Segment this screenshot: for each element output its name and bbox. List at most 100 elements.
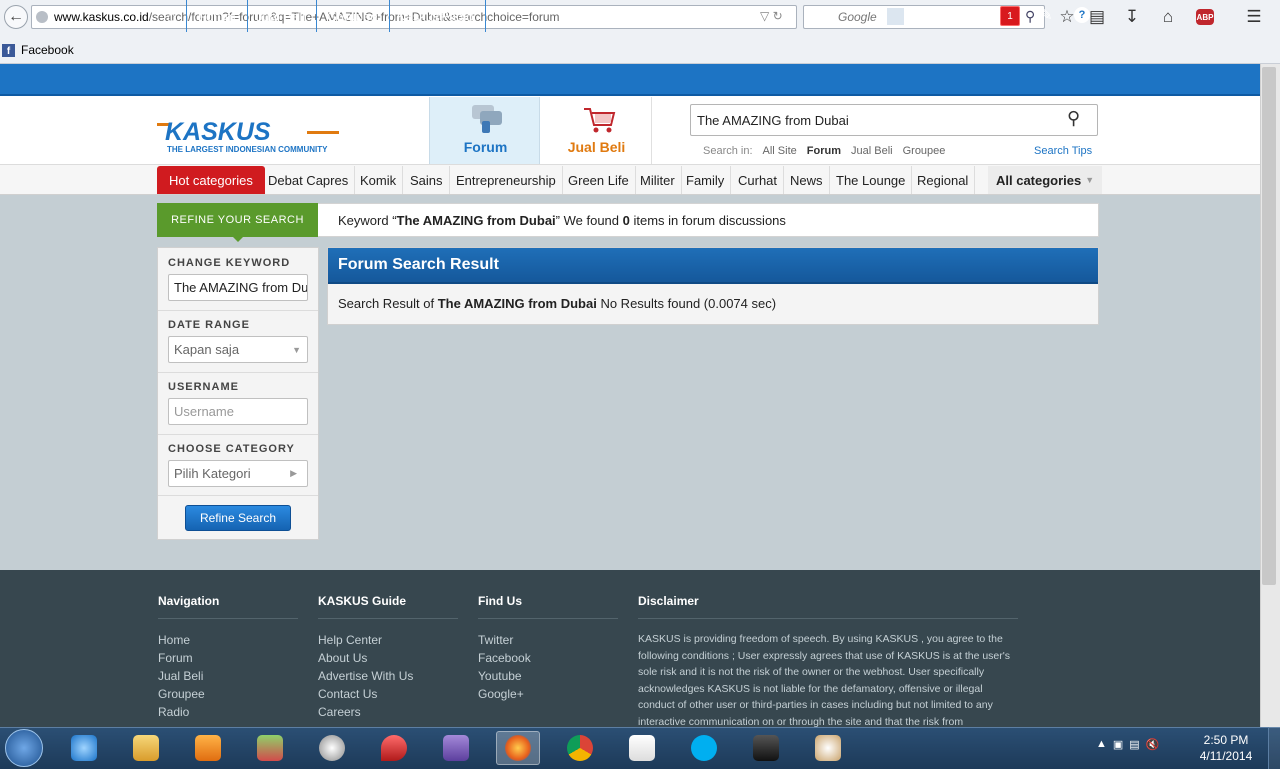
date-range-select[interactable]: Kapan saja ▼ <box>168 336 308 363</box>
chrome-icon[interactable] <box>558 731 602 765</box>
media-player-icon[interactable] <box>186 731 230 765</box>
divider <box>638 618 1018 619</box>
visual-studio-icon[interactable] <box>434 731 478 765</box>
footer-link-contact-us[interactable]: Contact Us <box>318 687 377 701</box>
topnav-kaskusradio[interactable]: KaskusRadio <box>386 0 486 32</box>
footer-link-forum[interactable]: Forum <box>158 651 193 665</box>
menu-icon[interactable]: ☰ <box>1243 7 1265 27</box>
result-suffix: No Results found (0.0074 sec) <box>596 296 777 311</box>
network-icon[interactable]: ▤ <box>1129 738 1139 751</box>
footer-link-youtube[interactable]: Youtube <box>478 669 522 683</box>
tray-expand-icon[interactable]: ▲ <box>1096 738 1107 751</box>
category-the-lounge[interactable]: The Lounge <box>830 166 913 194</box>
volume-icon[interactable]: 🔇 <box>1146 738 1160 751</box>
home-icon[interactable]: ⌂ <box>1157 7 1179 27</box>
refine-arrow <box>232 236 244 242</box>
category-komik[interactable]: Komik <box>354 166 404 194</box>
category-entrepreneurship[interactable]: Entrepreneurship <box>450 166 563 194</box>
photo-app-icon[interactable] <box>248 731 292 765</box>
explorer-icon[interactable] <box>124 731 168 765</box>
topnav-forum[interactable]: Forum <box>187 0 248 32</box>
all-categories-label: All categories <box>996 172 1082 188</box>
category-regional[interactable]: Regional <box>911 166 976 194</box>
footer-link-jual-beli[interactable]: Jual Beli <box>158 669 203 683</box>
reload-icon[interactable]: ▽ ↻ <box>760 9 783 23</box>
search-in-groupee[interactable]: Groupee <box>903 145 946 157</box>
movie-maker-icon[interactable] <box>744 731 788 765</box>
search-icon[interactable]: ⚲ <box>1025 8 1035 25</box>
tab-forum[interactable]: Forum <box>429 97 540 164</box>
footer-link-about-us[interactable]: About Us <box>318 651 367 665</box>
footer-link-advertise[interactable]: Advertise With Us <box>318 669 413 683</box>
search-icon[interactable]: ⚲ <box>1067 108 1080 129</box>
clock-app-icon[interactable] <box>310 731 354 765</box>
username-input[interactable]: Username <box>168 398 308 425</box>
facebook-icon: f <box>2 43 15 57</box>
category-curhat[interactable]: Curhat <box>732 166 785 194</box>
hot-categories-tab[interactable]: Hot categories <box>157 166 265 194</box>
notification-badge[interactable]: 1 <box>1000 6 1020 26</box>
search-tips-link[interactable]: Search Tips <box>1034 145 1092 157</box>
ie-icon[interactable] <box>62 731 106 765</box>
topnav-jual-beli[interactable]: Jual Beli <box>245 0 318 32</box>
clock-time: 2:50 PM <box>1203 733 1249 747</box>
kaskus-logo[interactable]: KASKUS THE LARGEST INDONESIAN COMMUNITY <box>157 117 339 155</box>
start-button[interactable] <box>5 729 43 767</box>
footer-link-google-plus[interactable]: Google+ <box>478 687 524 701</box>
adblock-icon[interactable]: ABP <box>1196 9 1214 25</box>
pencil-icon[interactable]: ✎ <box>1040 6 1053 24</box>
footer-link-facebook[interactable]: Facebook <box>478 651 531 665</box>
footer-link-groupee[interactable]: Groupee <box>158 687 205 701</box>
footer-guide-title: KASKUS Guide <box>318 594 407 608</box>
firefox-icon[interactable] <box>496 731 540 765</box>
download-icon[interactable]: ↧ <box>1121 7 1143 27</box>
keyword-value: The AMAZING from Dubai <box>396 213 556 228</box>
all-categories-dropdown[interactable]: All categories ▼ <box>988 166 1103 194</box>
back-button[interactable]: ← <box>4 5 28 29</box>
main-search-input[interactable]: The AMAZING from Dubai <box>690 104 1098 136</box>
footer-link-twitter[interactable]: Twitter <box>478 633 513 647</box>
user-menu[interactable]: mrdarusma <box>887 0 979 32</box>
topnav-groupee[interactable]: Groupee <box>316 0 390 32</box>
search-in-jual-beli[interactable]: Jual Beli <box>851 145 893 157</box>
help-icon[interactable]: ? <box>1074 7 1090 23</box>
scrollbar-thumb[interactable] <box>1262 67 1276 585</box>
system-tray[interactable]: ▲ ▣ ▤ 🔇 <box>1096 738 1159 751</box>
category-militer[interactable]: Militer <box>634 166 682 194</box>
category-select[interactable]: Pilih Kategori ▶ <box>168 460 308 487</box>
footer-link-home[interactable]: Home <box>158 633 190 647</box>
footer-link-radio[interactable]: Radio <box>158 705 189 719</box>
category-green-life[interactable]: Green Life <box>562 166 636 194</box>
search-in-options: Search in: All Site Forum Jual Beli Grou… <box>703 145 945 157</box>
keyword-suffix: items in forum discussions <box>629 213 786 228</box>
category-news[interactable]: News <box>784 166 830 194</box>
show-desktop-button[interactable] <box>1268 727 1280 769</box>
footer-link-careers[interactable]: Careers <box>318 705 361 719</box>
taskbar-clock[interactable]: 2:50 PM 4/11/2014 <box>1196 732 1256 764</box>
home-icon[interactable]: ⌂ <box>157 0 187 32</box>
tab-forum-label: Forum <box>463 139 508 155</box>
change-keyword-label: CHANGE KEYWORD <box>168 257 291 269</box>
result-count: 0 <box>622 213 630 228</box>
paint-icon[interactable] <box>806 731 850 765</box>
search-in-forum[interactable]: Forum <box>807 145 841 157</box>
refine-search-button[interactable]: Refine Search <box>185 505 291 531</box>
category-family[interactable]: Family <box>680 166 732 194</box>
skype-icon[interactable] <box>682 731 726 765</box>
tray-app-icon[interactable]: ▣ <box>1113 738 1123 751</box>
pin-app-icon[interactable] <box>372 731 416 765</box>
footer-link-help-center[interactable]: Help Center <box>318 633 382 647</box>
result-title: Forum Search Result <box>328 248 1098 284</box>
bookmark-facebook[interactable]: f Facebook <box>0 40 74 60</box>
date-range-value: Kapan saja <box>174 342 240 357</box>
tab-jual-beli[interactable]: Jual Beli <box>541 97 652 164</box>
keyword-input[interactable]: The AMAZING from Dubai <box>168 274 308 301</box>
calendar-app-icon[interactable] <box>620 731 664 765</box>
divider <box>158 618 298 619</box>
cart-icon <box>584 108 616 133</box>
category-sains[interactable]: Sains <box>404 166 450 194</box>
site-identity-icon[interactable] <box>36 11 48 23</box>
category-debat-capres[interactable]: Debat Capres <box>262 166 356 194</box>
search-in-all-site[interactable]: All Site <box>763 145 797 157</box>
divider <box>478 618 618 619</box>
